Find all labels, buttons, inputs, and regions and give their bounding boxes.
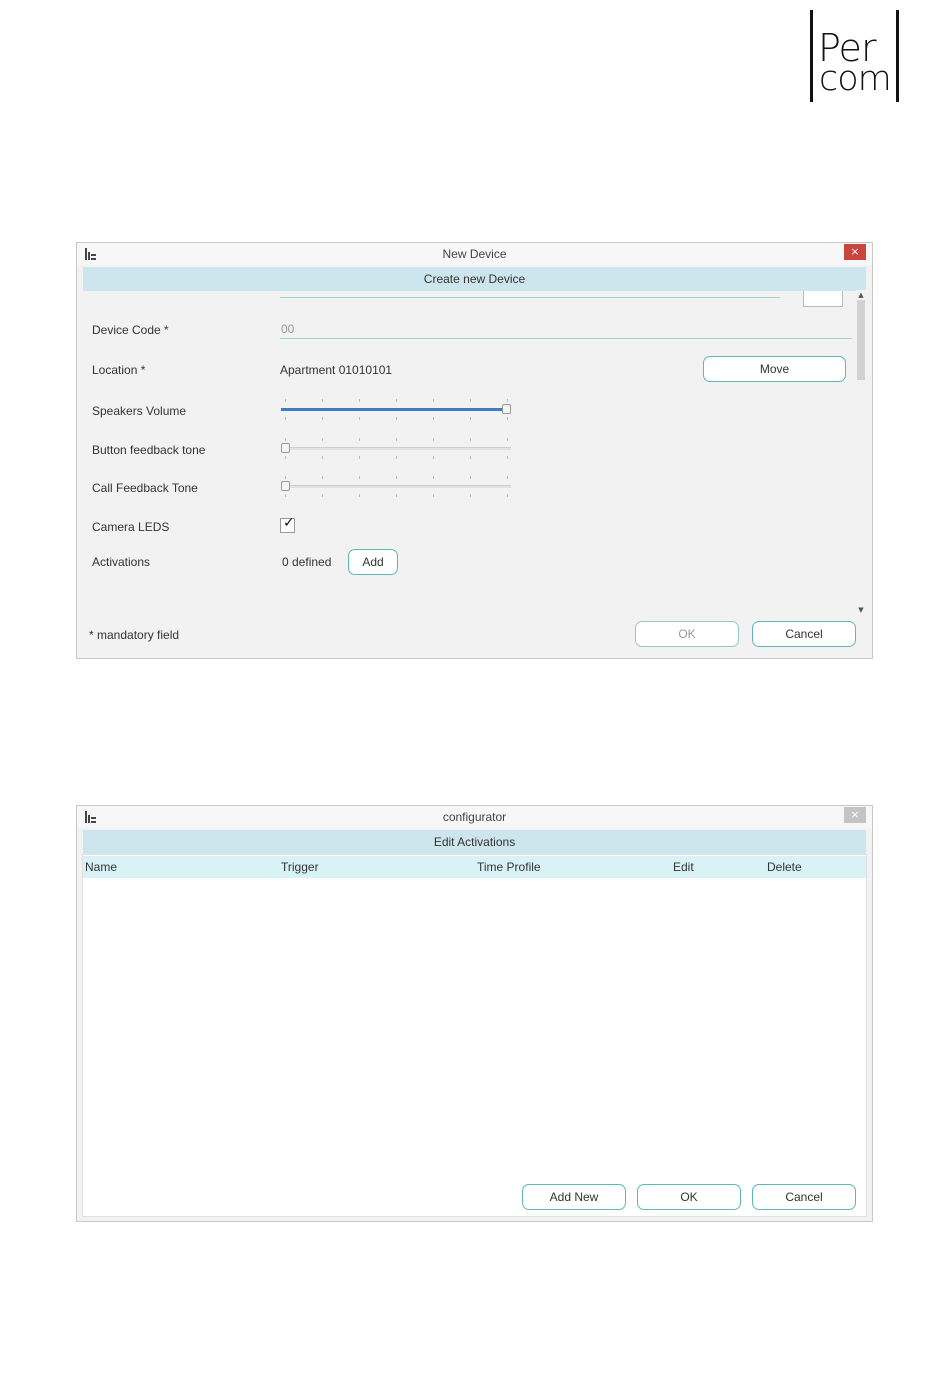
slider-tick xyxy=(322,494,323,497)
slider-tick xyxy=(359,476,360,479)
slider-track xyxy=(281,447,511,450)
ok-button[interactable]: OK xyxy=(635,621,739,647)
mandatory-note: * mandatory field xyxy=(89,628,180,642)
column-time-profile[interactable]: Time Profile xyxy=(477,860,541,874)
create-device-header: Create new Device xyxy=(83,267,866,291)
scroll-down-icon[interactable]: ▼ xyxy=(856,605,866,615)
slider-track xyxy=(281,485,511,488)
column-delete[interactable]: Delete xyxy=(767,860,802,874)
scroll-thumb[interactable] xyxy=(857,300,865,380)
slider-thumb[interactable] xyxy=(281,443,290,453)
slider-fill xyxy=(281,408,507,411)
slider-tick xyxy=(507,438,508,441)
cancel-button[interactable]: Cancel xyxy=(752,621,856,647)
call-feedback-label: Call Feedback Tone xyxy=(92,481,198,495)
slider-tick xyxy=(359,399,360,402)
logo-text-bottom: com xyxy=(819,59,892,99)
new-device-titlebar[interactable]: New Device × xyxy=(77,243,872,265)
slider-tick xyxy=(507,417,508,420)
slider-tick xyxy=(470,456,471,459)
slider-tick xyxy=(322,476,323,479)
slider-tick xyxy=(396,456,397,459)
speakers-volume-label: Speakers Volume xyxy=(92,404,187,418)
slider-tick xyxy=(396,476,397,479)
slider-tick xyxy=(396,494,397,497)
column-trigger[interactable]: Trigger xyxy=(281,860,319,874)
slider-tick xyxy=(470,399,471,402)
add-new-button[interactable]: Add New xyxy=(522,1184,626,1210)
close-icon[interactable]: × xyxy=(844,807,866,823)
slider-tick xyxy=(322,417,323,420)
slider-tick xyxy=(322,399,323,402)
button-feedback-label: Button feedback tone xyxy=(92,443,206,457)
logo-bar-left xyxy=(810,10,813,102)
add-activation-button[interactable]: Add xyxy=(348,549,398,575)
slider-tick xyxy=(359,417,360,420)
column-edit[interactable]: Edit xyxy=(673,860,694,874)
configurator-window: configurator × Edit Activations Name Tri… xyxy=(76,805,873,1222)
window-title: configurator xyxy=(442,810,507,824)
hidden-field-underline xyxy=(280,297,780,298)
slider-tick xyxy=(359,494,360,497)
slider-tick xyxy=(470,476,471,479)
ok-button[interactable]: OK xyxy=(637,1184,741,1210)
slider-tick xyxy=(285,456,286,459)
ipercom-logo: Per com xyxy=(809,10,901,103)
column-name[interactable]: Name xyxy=(85,860,117,874)
slider-tick xyxy=(470,494,471,497)
device-code-input[interactable]: 00 xyxy=(281,322,294,336)
device-code-label: Device Code * xyxy=(92,323,169,337)
logo-bar-right xyxy=(896,10,899,102)
slider-tick xyxy=(285,438,286,441)
slider-tick xyxy=(470,438,471,441)
configurator-titlebar[interactable]: configurator × xyxy=(77,806,872,828)
slider-tick xyxy=(507,456,508,459)
slider-tick xyxy=(433,417,434,420)
slider-tick xyxy=(359,456,360,459)
activations-count: 0 defined xyxy=(282,555,332,569)
new-device-window: New Device × Create new Device Device Co… xyxy=(76,242,873,659)
location-value: Apartment 01010101 xyxy=(280,363,393,377)
slider-tick xyxy=(433,399,434,402)
window-title: New Device xyxy=(442,247,507,261)
camera-leds-checkbox[interactable]: ✓ xyxy=(280,515,295,533)
slider-tick xyxy=(285,476,286,479)
button-feedback-slider[interactable] xyxy=(281,438,511,460)
browse-button[interactable] xyxy=(803,291,843,307)
check-icon: ✓ xyxy=(283,515,295,531)
slider-tick xyxy=(470,417,471,420)
call-feedback-slider[interactable] xyxy=(281,476,511,498)
slider-tick xyxy=(507,494,508,497)
slider-tick xyxy=(285,417,286,420)
close-icon[interactable]: × xyxy=(844,244,866,260)
slider-tick xyxy=(322,456,323,459)
slider-thumb[interactable] xyxy=(281,481,290,491)
scroll-up-icon[interactable]: ▲ xyxy=(856,290,866,300)
location-label: Location * xyxy=(92,363,146,377)
move-button[interactable]: Move xyxy=(703,356,846,382)
slider-tick xyxy=(507,399,508,402)
slider-tick xyxy=(322,438,323,441)
device-code-underline xyxy=(280,338,852,339)
activations-panel xyxy=(82,854,867,1217)
slider-tick xyxy=(507,476,508,479)
edit-activations-header: Edit Activations xyxy=(83,830,866,854)
slider-thumb[interactable] xyxy=(502,404,511,414)
slider-tick xyxy=(433,438,434,441)
camera-leds-label: Camera LEDS xyxy=(92,520,170,534)
speakers-volume-slider[interactable] xyxy=(281,399,511,421)
slider-tick xyxy=(285,399,286,402)
cancel-button[interactable]: Cancel xyxy=(752,1184,856,1210)
slider-tick xyxy=(396,417,397,420)
slider-tick xyxy=(433,494,434,497)
activations-label: Activations xyxy=(92,555,151,569)
slider-tick xyxy=(396,438,397,441)
form-scrollbar[interactable]: ▲ ▼ xyxy=(856,290,866,615)
slider-tick xyxy=(359,438,360,441)
activations-table-header: Name Trigger Time Profile Edit Delete xyxy=(83,856,866,878)
slider-tick xyxy=(433,476,434,479)
slider-tick xyxy=(433,456,434,459)
slider-tick xyxy=(285,494,286,497)
slider-tick xyxy=(396,399,397,402)
